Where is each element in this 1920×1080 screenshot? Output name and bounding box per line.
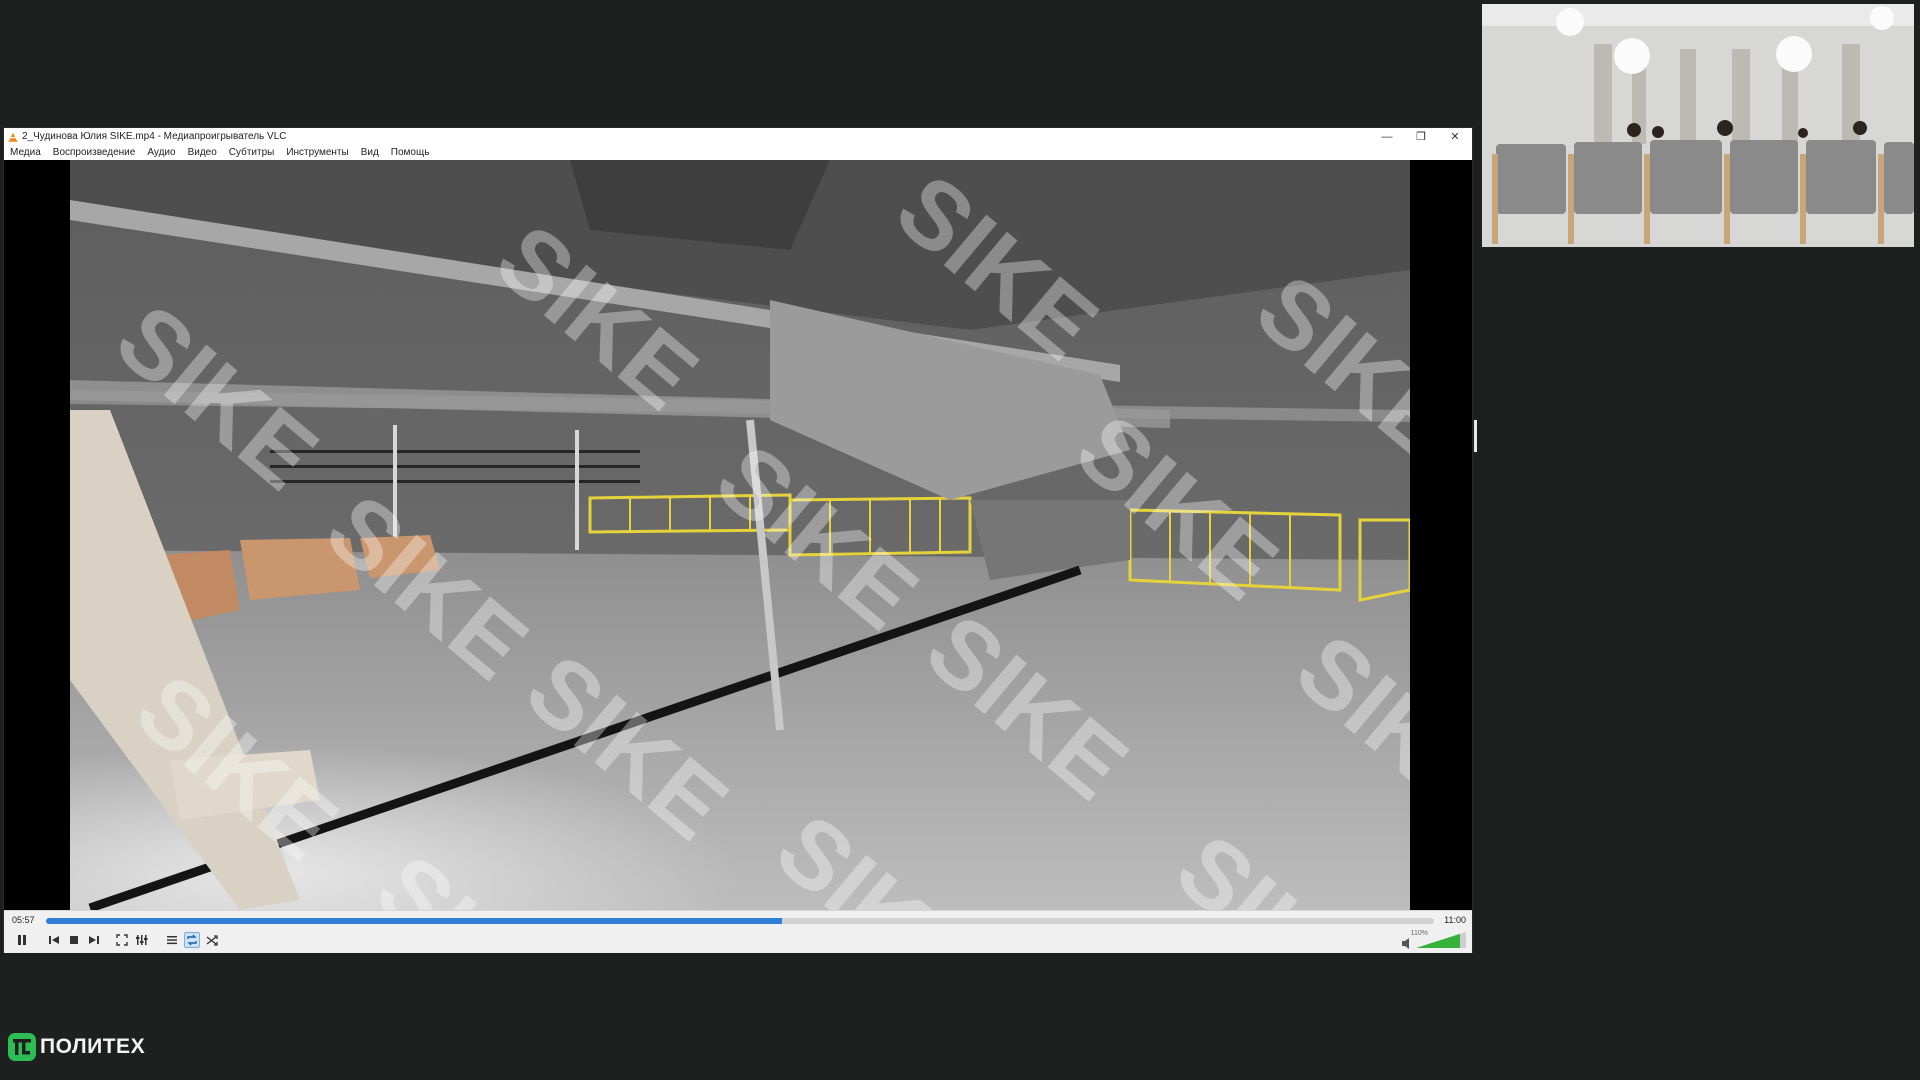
current-time: 05:57 (12, 915, 35, 925)
politech-logo-icon (8, 1033, 36, 1061)
menu-help[interactable]: Помощь (385, 147, 436, 158)
webcam-feed (1482, 4, 1914, 247)
video-frame: SIKE SIKE SIKE SIKESIKE SIKE SIKESIKE SIKE SIKE… (70, 160, 1410, 910)
skip-back-icon (49, 936, 59, 944)
title-bar[interactable]: 2_Чудинова Юлия SIKE.mp4 - Медиапроигрыв… (4, 128, 1472, 145)
seek-progress (46, 918, 782, 924)
menu-bar: Медиа Воспроизведение Аудио Видео Субтит… (4, 145, 1472, 161)
vlc-window: 2_Чудинова Юлия SIKE.mp4 - Медиапроигрыв… (4, 128, 1477, 953)
window-title: 2_Чудинова Юлия SIKE.mp4 - Медиапроигрыв… (22, 131, 287, 142)
menu-view[interactable]: Вид (355, 147, 385, 158)
skip-forward-icon (89, 936, 99, 944)
menu-audio[interactable]: Аудио (141, 147, 181, 158)
minimize-button[interactable]: — (1370, 128, 1404, 145)
stop-button[interactable] (66, 932, 82, 948)
extended-settings-button[interactable] (134, 932, 150, 948)
playlist-button[interactable] (164, 932, 180, 948)
loop-button[interactable] (184, 932, 200, 948)
pause-icon (18, 935, 26, 945)
total-time: 11:00 (1444, 915, 1466, 925)
seek-row: 05:57 11:00 (4, 913, 1472, 927)
menu-media[interactable]: Медиа (4, 147, 47, 158)
button-row: 110% (4, 930, 1472, 950)
politech-logo: ПОЛИТЕХ (8, 1033, 145, 1061)
equalizer-icon (136, 935, 148, 945)
playlist-icon (167, 936, 177, 945)
menu-playback[interactable]: Воспроизведение (47, 147, 142, 158)
pause-button[interactable] (14, 932, 30, 948)
vlc-cone-icon (8, 132, 18, 142)
fullscreen-icon (116, 934, 128, 946)
menu-tools[interactable]: Инструменты (280, 147, 354, 158)
video-area[interactable]: SIKE SIKE SIKE SIKE SIKE SIKE SIKE SIKE SIKE SIKE… (4, 160, 1472, 910)
maximize-button[interactable]: ❐ (1404, 128, 1438, 145)
loop-icon (187, 934, 197, 946)
resize-handle[interactable] (1474, 420, 1477, 452)
volume-slider[interactable] (1402, 930, 1466, 950)
fullscreen-button[interactable] (114, 932, 130, 948)
shuffle-icon (206, 935, 218, 946)
logo-text: ПОЛИТЕХ (40, 1035, 146, 1058)
shuffle-button[interactable] (204, 932, 220, 948)
seek-slider[interactable] (46, 918, 1434, 924)
control-bar: 05:57 11:00 110% (4, 910, 1472, 953)
menu-subtitles[interactable]: Субтитры (223, 147, 281, 158)
previous-button[interactable] (46, 932, 62, 948)
menu-video[interactable]: Видео (182, 147, 223, 158)
stop-icon (70, 936, 78, 944)
close-button[interactable]: ✕ (1438, 128, 1472, 145)
speaker-icon (1402, 938, 1409, 949)
next-button[interactable] (86, 932, 102, 948)
